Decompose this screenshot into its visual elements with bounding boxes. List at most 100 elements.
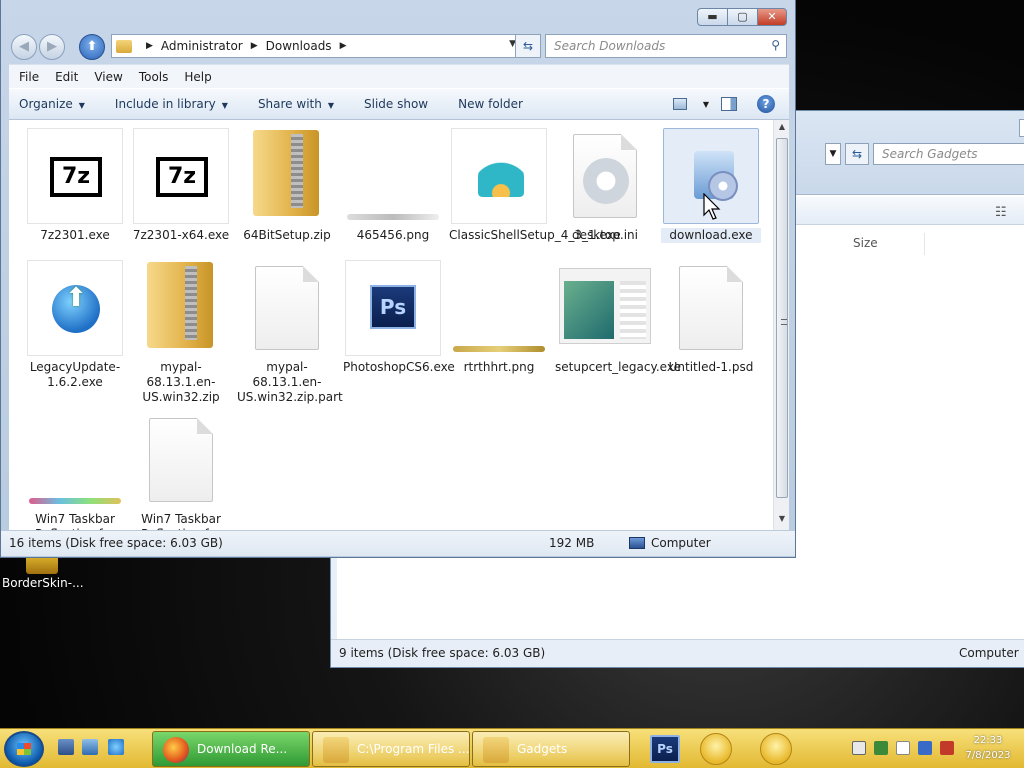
chevron-down-icon: ▼ (327, 101, 334, 110)
setup-window-icon (557, 260, 653, 356)
taskbar-button-gadgets[interactable]: Gadgets (472, 731, 630, 767)
file-item[interactable]: rtrthhrt.png (449, 260, 549, 375)
menu-help[interactable]: Help (176, 70, 219, 84)
file-name: mypal-68.13.1.en-US.win32.zip (142, 360, 220, 404)
status-bar: 16 items (Disk free space: 6.03 GB) 192 … (1, 530, 795, 556)
menu-view[interactable]: View (86, 70, 130, 84)
scrollbar-thumb[interactable] (776, 138, 788, 498)
file-name: mypal-68.13.1.en-US.win32.zip.part (237, 360, 343, 404)
firefox-icon (163, 737, 189, 763)
chevron-down-icon[interactable]: ▼ (703, 100, 709, 109)
menu-edit[interactable]: Edit (47, 70, 86, 84)
refresh-icon[interactable]: ⇆ (845, 143, 869, 165)
downloads-explorer-window[interactable]: ▬ ▢ ✕ ◀ ▶ ⬆ ▶ Administrator ▶ Downloads … (0, 0, 796, 558)
share-with-label: Share with (257, 97, 322, 111)
file-item[interactable]: Win7 Taskbar Reflection for (131, 412, 231, 530)
volume-muted-icon[interactable] (940, 741, 954, 755)
file-name: LegacyUpdate-1.6.2.exe (29, 360, 121, 389)
background-search-input[interactable]: Search Gadgets (873, 143, 1024, 165)
taskbar-button-label: Download Re... (197, 742, 288, 756)
file-item[interactable]: Ps PhotoshopCS6.exe (343, 260, 455, 375)
chevron-right-icon[interactable]: ▶ (146, 41, 153, 51)
menu-tools[interactable]: Tools (131, 70, 177, 84)
background-status-items: 9 items (Disk free space: 6.03 GB) (339, 646, 546, 660)
new-folder-button[interactable]: New folder (458, 97, 523, 111)
folder-icon (323, 737, 349, 763)
file-pane[interactable]: 7z 7z2301.exe 7z 7z2301-x64.exe 64BitSet… (9, 120, 773, 530)
flag-icon[interactable] (896, 741, 910, 755)
folder-icon (116, 39, 132, 53)
maximize-button[interactable]: ▢ (727, 8, 757, 26)
up-folder-button[interactable]: ⬆ (79, 34, 105, 60)
file-item[interactable]: ClassicShellSetup_4_3_1.exe (449, 128, 621, 243)
tray-app-icon[interactable] (852, 741, 866, 755)
show-desktop-icon[interactable] (58, 739, 74, 755)
file-item[interactable]: Untitled-1.psd (661, 260, 761, 375)
photoshop-taskbar-icon[interactable]: Ps (650, 735, 680, 763)
explorer-quicklaunch-icon[interactable] (82, 739, 98, 755)
start-button[interactable] (4, 731, 44, 767)
chevron-right-icon[interactable]: ▶ (251, 41, 258, 51)
network-icon[interactable] (918, 741, 932, 755)
file-name: Win7 Taskbar Reflection for (35, 512, 115, 530)
zip-folder-icon (133, 260, 229, 356)
clock[interactable]: 22:33 7/8/2023 (958, 733, 1018, 763)
close-button[interactable]: ✕ (757, 8, 787, 26)
desktop-shortcut-label: BorderSkin-... (2, 576, 84, 590)
file-item[interactable]: mypal-68.13.1.en-US.win32.zip.part (237, 260, 343, 405)
scroll-up-icon[interactable]: ▲ (774, 122, 790, 136)
clock-time: 22:33 (973, 735, 1003, 746)
file-item[interactable]: 7z 7z2301.exe (25, 128, 125, 243)
zip-folder-icon (239, 128, 335, 224)
file-name: Win7 Taskbar Reflection for (141, 512, 221, 530)
column-header-size[interactable]: Size (845, 233, 925, 255)
chevron-down-icon[interactable]: ▼ (825, 143, 841, 165)
status-item-count: 16 items (Disk free space: 6.03 GB) (9, 536, 223, 550)
background-window-close-button[interactable] (1019, 119, 1024, 137)
file-item[interactable]: mypal-68.13.1.en-US.win32.zip (131, 260, 231, 405)
include-in-library-label: Include in library (114, 97, 216, 111)
taskbar-button-program-files[interactable]: C:\Program Files ... (312, 731, 470, 767)
file-name: 465456.png (356, 228, 430, 242)
breadcrumb-downloads[interactable]: Downloads (266, 39, 332, 53)
include-in-library-button[interactable]: Include in library ▼ (115, 97, 228, 111)
file-item[interactable]: desktop.ini (555, 128, 655, 243)
file-name: Untitled-1.psd (668, 360, 754, 374)
refresh-button[interactable]: ⇆ (515, 34, 541, 58)
7zip-icon: 7z (133, 128, 229, 224)
help-icon[interactable]: ? (757, 95, 775, 113)
image-strip-icon (451, 260, 547, 356)
view-options-icon[interactable]: ☷ (995, 205, 1007, 220)
smiley-decoration-icon (760, 733, 792, 765)
file-name: 64BitSetup.zip (243, 228, 331, 242)
change-view-icon[interactable] (672, 98, 687, 110)
breadcrumb-administrator[interactable]: Administrator (161, 39, 243, 53)
preview-pane-icon[interactable] (721, 97, 737, 111)
organize-button[interactable]: Organize ▼ (19, 97, 85, 111)
share-with-button[interactable]: Share with ▼ (258, 97, 334, 111)
file-item-selected[interactable]: download.exe (661, 128, 761, 243)
file-item[interactable]: 7z 7z2301-x64.exe (131, 128, 231, 243)
file-item[interactable]: 64BitSetup.zip (237, 128, 337, 243)
slide-show-button[interactable]: Slide show (364, 97, 428, 111)
search-icon[interactable]: ⚲ (771, 38, 780, 52)
search-input[interactable]: Search Downloads ⚲ (545, 34, 787, 58)
action-center-icon[interactable] (874, 741, 888, 755)
blank-file-icon (663, 260, 759, 356)
address-bar[interactable]: ▶ Administrator ▶ Downloads ▶ ▼ (111, 34, 521, 58)
scroll-down-icon[interactable]: ▼ (774, 514, 790, 528)
file-item[interactable]: Win7 Taskbar Reflection for (25, 412, 125, 530)
vertical-scrollbar[interactable]: ▲ ▼ (773, 120, 789, 530)
system-tray (844, 741, 954, 755)
back-button[interactable]: ◀ (11, 34, 37, 60)
file-item[interactable]: 465456.png (343, 128, 443, 243)
status-selection-size: 192 MB (549, 536, 595, 550)
file-item[interactable]: LegacyUpdate-1.6.2.exe (25, 260, 125, 390)
forward-button[interactable]: ▶ (39, 34, 65, 60)
taskbar-button-firefox[interactable]: Download Re... (152, 731, 310, 767)
minimize-button[interactable]: ▬ (697, 8, 727, 26)
menu-file[interactable]: File (11, 70, 47, 84)
chevron-right-icon[interactable]: ▶ (340, 41, 347, 51)
file-item[interactable]: setupcert_legacy.exe (555, 260, 681, 375)
internet-explorer-icon[interactable] (108, 739, 124, 755)
